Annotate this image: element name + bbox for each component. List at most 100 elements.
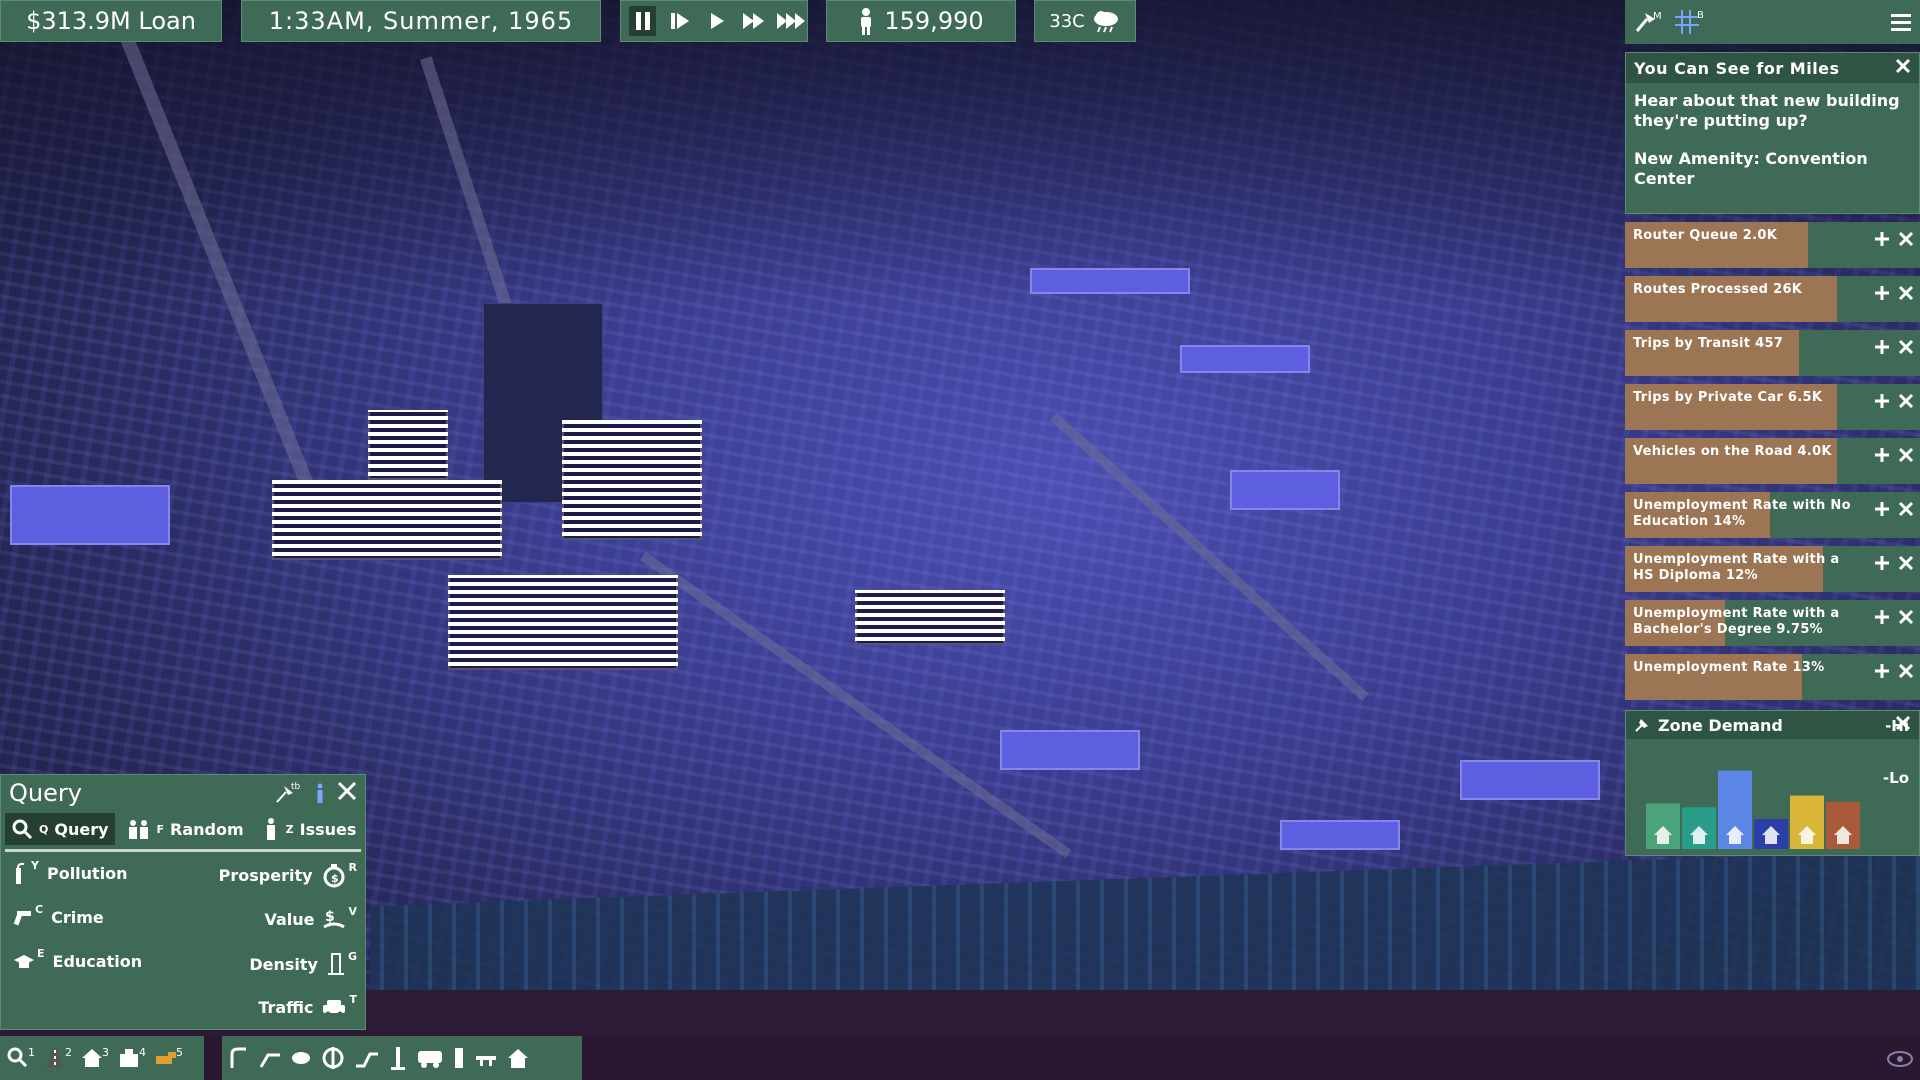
roundabout-icon[interactable] xyxy=(290,1048,312,1068)
pin-map-icon[interactable]: M xyxy=(1633,9,1665,35)
traffic-key: T xyxy=(349,992,357,1006)
close-icon[interactable] xyxy=(1898,228,1914,252)
traffic-light-icon[interactable] xyxy=(452,1046,466,1070)
overlay-pollution[interactable]: Y Pollution xyxy=(13,858,128,884)
add-icon[interactable] xyxy=(1874,552,1890,576)
pillar-icon[interactable] xyxy=(388,1045,408,1071)
speed-controls xyxy=(620,0,808,42)
add-icon[interactable] xyxy=(1874,282,1890,306)
stat-actions xyxy=(1874,552,1914,576)
close-icon[interactable] xyxy=(1898,606,1914,630)
crime-label: Crime xyxy=(51,907,104,927)
road-tool-icon[interactable]: 2 xyxy=(43,1046,72,1070)
close-icon[interactable] xyxy=(337,779,357,807)
bulldoze-tool-icon[interactable]: 5 xyxy=(154,1046,183,1070)
stat-actions xyxy=(1874,444,1914,468)
bridge-icon[interactable] xyxy=(354,1046,380,1070)
density-label: Density xyxy=(249,954,318,974)
stat-label: Unemployment Rate with a Bachelor's Degr… xyxy=(1633,606,1840,637)
lit-building xyxy=(855,590,1005,645)
close-icon[interactable] xyxy=(1895,58,1911,78)
building-tool-icon[interactable]: 4 xyxy=(117,1046,146,1070)
ramp-icon[interactable] xyxy=(320,1045,346,1071)
query-tool-icon[interactable]: 1 xyxy=(6,1046,35,1070)
population-display[interactable]: 159,990 xyxy=(826,0,1016,42)
message-text: Hear about that new building they're put… xyxy=(1634,91,1900,130)
stat-row[interactable]: Unemployment Rate with No Education 14% xyxy=(1625,492,1920,538)
loan-display[interactable]: $313.9M Loan xyxy=(0,0,222,42)
fastest-forward-icon[interactable] xyxy=(777,6,807,36)
stat-label: Trips by Private Car 6.5K xyxy=(1633,390,1823,405)
stat-row[interactable]: Routes Processed 26K xyxy=(1625,276,1920,322)
overlay-value[interactable]: Value $ V xyxy=(264,905,357,931)
query-panel: Query tb Q Query F Random Z Issues Y Pol… xyxy=(0,774,366,1030)
gun-icon xyxy=(13,907,33,927)
stat-row[interactable]: Router Queue 2.0K xyxy=(1625,222,1920,268)
add-icon[interactable] xyxy=(1874,390,1890,414)
magnifier-icon xyxy=(11,818,33,840)
eye-icon[interactable] xyxy=(1886,1049,1914,1074)
add-icon[interactable] xyxy=(1874,498,1890,522)
tool-hotkey: 2 xyxy=(65,1046,72,1059)
close-icon[interactable] xyxy=(1898,282,1914,306)
tab-query[interactable]: Q Query xyxy=(5,813,115,845)
close-icon[interactable] xyxy=(1898,498,1914,522)
population-text: 159,990 xyxy=(884,7,984,35)
loan-text: $313.9M Loan xyxy=(26,7,196,35)
close-icon[interactable] xyxy=(1898,660,1914,684)
overlay-crime[interactable]: C Crime xyxy=(13,903,104,927)
message-amenity-text[interactable]: New Amenity: Convention Center xyxy=(1634,149,1911,189)
building xyxy=(1180,345,1310,373)
pause-icon[interactable] xyxy=(629,6,656,36)
stat-row[interactable]: Trips by Transit 457 xyxy=(1625,330,1920,376)
fast-forward-icon[interactable] xyxy=(740,6,767,36)
add-icon[interactable] xyxy=(1874,606,1890,630)
add-icon[interactable] xyxy=(1874,444,1890,468)
stat-label: Trips by Transit 457 xyxy=(1633,336,1784,351)
prosperity-label: Prosperity xyxy=(218,865,313,885)
overlay-density[interactable]: Density G xyxy=(249,949,357,976)
zone-tool-icon[interactable]: 3 xyxy=(80,1046,109,1070)
road-angle-icon[interactable] xyxy=(258,1046,282,1070)
tab-random[interactable]: F Random xyxy=(121,813,250,845)
menu-icon[interactable] xyxy=(1890,12,1912,32)
tab-issues[interactable]: Z Issues xyxy=(256,813,363,845)
pin-icon[interactable]: tb xyxy=(275,780,303,806)
close-icon[interactable] xyxy=(1898,552,1914,576)
close-icon[interactable] xyxy=(1898,336,1914,360)
industrial-glyph-body xyxy=(1837,835,1849,844)
stat-row[interactable]: Unemployment Rate 13% xyxy=(1625,654,1920,700)
house-icon[interactable] xyxy=(506,1047,530,1069)
density-key: G xyxy=(347,949,357,963)
close-icon[interactable] xyxy=(1898,444,1914,468)
road-curve-icon[interactable] xyxy=(228,1046,250,1070)
parking-icon[interactable] xyxy=(474,1048,498,1068)
step-icon[interactable] xyxy=(666,6,693,36)
add-icon[interactable] xyxy=(1874,660,1890,684)
play-icon[interactable] xyxy=(703,6,730,36)
overlay-education[interactable]: E Education xyxy=(13,947,143,971)
add-icon[interactable] xyxy=(1874,228,1890,252)
bus-icon[interactable] xyxy=(416,1047,444,1069)
grid-icon[interactable]: B xyxy=(1673,8,1705,36)
stat-row[interactable]: Unemployment Rate with a Bachelor's Degr… xyxy=(1625,600,1920,646)
stat-actions xyxy=(1874,282,1914,306)
overlay-traffic[interactable]: Traffic T xyxy=(258,993,357,1017)
education-label: Education xyxy=(52,952,143,971)
tab-issues-label: Issues xyxy=(299,819,357,839)
stat-row[interactable]: Trips by Private Car 6.5K xyxy=(1625,384,1920,430)
info-icon[interactable] xyxy=(313,782,327,804)
message-title: You Can See for Miles xyxy=(1634,58,1840,78)
pollution-key: Y xyxy=(31,858,39,872)
close-icon[interactable] xyxy=(1898,390,1914,414)
stat-row[interactable]: Vehicles on the Road 4.0K xyxy=(1625,438,1920,484)
pin-icon[interactable] xyxy=(1634,717,1650,733)
stat-label: Router Queue 2.0K xyxy=(1633,228,1778,243)
weather-display[interactable]: 33C xyxy=(1034,0,1136,42)
add-icon[interactable] xyxy=(1874,336,1890,360)
stat-label: Routes Processed 26K xyxy=(1633,282,1803,297)
overlay-prosperity[interactable]: Prosperity $ R xyxy=(218,861,357,888)
stat-label: Unemployment Rate with No Education 14% xyxy=(1633,498,1851,529)
stat-row[interactable]: Unemployment Rate with a HS Diploma 12% xyxy=(1625,546,1920,592)
tool-hotkey: 4 xyxy=(139,1046,146,1059)
